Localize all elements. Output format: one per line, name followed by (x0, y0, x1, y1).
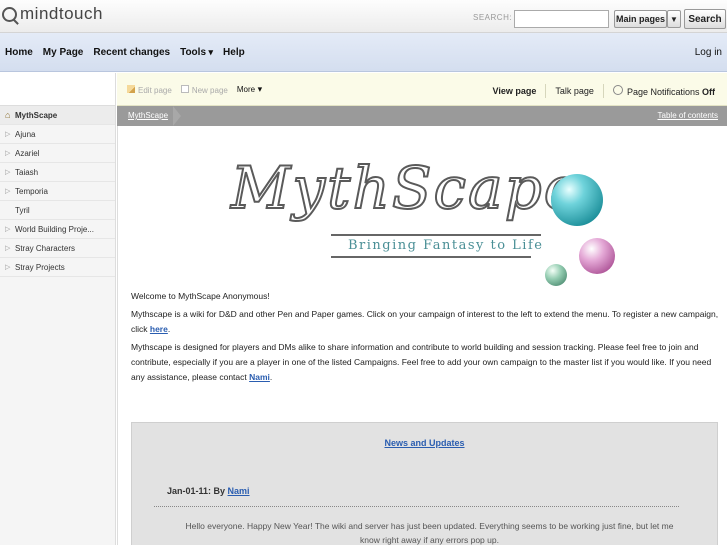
sidebar-item-label: World Building Proje... (15, 224, 94, 234)
expand-triangle-icon[interactable]: ▷ (5, 168, 15, 176)
notification-icon (612, 85, 623, 95)
nav-my-page[interactable]: My Page (43, 47, 84, 58)
banner-title: MythScape (230, 153, 581, 223)
sidebar-item-stray-characters[interactable]: ▷ Stray Characters (0, 239, 115, 258)
news-box: News and Updates Jan-01-11: By Nami Hell… (131, 422, 718, 545)
news-title-link[interactable]: News and Updates (132, 438, 717, 448)
chevron-down-icon[interactable]: ▼ (667, 10, 681, 28)
sidebar-item-ajuna[interactable]: ▷ Ajuna (0, 125, 115, 144)
view-page-tab[interactable]: View page (493, 86, 537, 96)
banner-subtitle: Bringing Fantasy to Life (348, 238, 544, 253)
expand-triangle-icon[interactable]: ▷ (5, 244, 15, 252)
sidebar-item-label: Ajuna (15, 129, 36, 139)
news-author-link[interactable]: Nami (228, 486, 250, 496)
pink-orb (579, 238, 615, 274)
new-page-icon (180, 84, 189, 93)
page-toolbar: Edit page New page More View page Talk p… (117, 73, 727, 106)
sidebar-item-temporia[interactable]: ▷ Temporia (0, 182, 115, 201)
sidebar-header (0, 73, 115, 106)
nav-tools[interactable]: Tools (180, 47, 213, 58)
sidebar-item-label: Tyril (15, 205, 30, 215)
sidebar-item-label: Taiash (15, 167, 39, 177)
search-input[interactable] (514, 10, 609, 28)
sidebar-item-label: Azariel (15, 148, 40, 158)
breadcrumb-arrow-icon (173, 106, 181, 126)
edit-page-button[interactable]: Edit page (127, 84, 172, 95)
banner-line (331, 256, 531, 258)
search-button[interactable]: Search (684, 9, 726, 29)
teal-orb (551, 174, 603, 226)
page-content: MythScape Bringing Fantasy to Life Welco… (117, 126, 727, 545)
sidebar-item-stray-projects[interactable]: ▷ Stray Projects (0, 258, 115, 277)
sidebar-item-label: Stray Projects (15, 262, 65, 272)
sidebar-item-label: Temporia (15, 186, 48, 196)
expand-triangle-icon[interactable]: ▷ (5, 130, 15, 138)
search-scope-select[interactable]: Main pages (614, 10, 667, 28)
sidebar: ⌂ MythScape ▷ Ajuna ▷ Azariel ▷ Taiash ▷… (0, 73, 116, 545)
search-label: SEARCH: (473, 13, 513, 22)
expand-triangle-icon[interactable]: ▷ (5, 263, 15, 271)
table-of-contents-link[interactable]: Table of contents (658, 111, 718, 120)
intro-paragraph: Mythscape is a wiki for D&D and other Pe… (131, 309, 719, 334)
news-body: Hello everyone. Happy New Year! The wiki… (185, 521, 674, 545)
nav-home[interactable]: Home (5, 47, 33, 58)
welcome-text: Welcome to MythScape Anonymous! (131, 291, 270, 301)
nav-recent-changes[interactable]: Recent changes (93, 47, 170, 58)
sidebar-item-tyril[interactable]: Tyril (0, 201, 115, 220)
toolbar-divider (545, 84, 547, 98)
sidebar-item-azariel[interactable]: ▷ Azariel (0, 144, 115, 163)
green-orb (545, 264, 567, 286)
new-page-button[interactable]: New page (180, 84, 228, 95)
sidebar-item-label: Stray Characters (15, 243, 76, 253)
sidebar-item-taiash[interactable]: ▷ Taiash (0, 163, 115, 182)
about-paragraph: Mythscape is designed for players and DM… (131, 342, 712, 382)
login-link[interactable]: Log in (695, 47, 722, 58)
expand-triangle-icon[interactable]: ▷ (5, 149, 15, 157)
nav-help[interactable]: Help (223, 47, 245, 58)
top-bar: mindtouch SEARCH: Main pages ▼ Search (0, 0, 727, 33)
expand-triangle-icon[interactable]: ▷ (5, 225, 15, 233)
notifications-state: Off (702, 87, 715, 97)
expand-triangle-icon[interactable]: ▷ (5, 187, 15, 195)
talk-page-tab[interactable]: Talk page (555, 86, 594, 96)
news-date: Jan-01-11: By Nami (167, 486, 250, 496)
mindtouch-logo[interactable]: mindtouch (2, 4, 103, 24)
pencil-icon (127, 84, 135, 93)
breadcrumb-mythscape[interactable]: MythScape (128, 111, 168, 120)
more-menu[interactable]: More (237, 84, 262, 95)
mythscape-banner: MythScape Bringing Fantasy to Life (230, 146, 621, 286)
main-nav: Home My Page Recent changes Tools Help L… (0, 33, 727, 72)
logo-text: mindtouch (20, 4, 103, 23)
page-notifications-toggle[interactable]: Page Notifications Off (612, 85, 715, 97)
home-icon: ⌂ (5, 110, 11, 120)
sidebar-item-world-building[interactable]: ▷ World Building Proje... (0, 220, 115, 239)
sidebar-item-label: MythScape (15, 110, 58, 120)
toolbar-divider (602, 84, 604, 98)
logo-icon (2, 6, 17, 22)
news-divider (154, 506, 679, 507)
contact-nami-link[interactable]: Nami (249, 372, 270, 382)
breadcrumb: MythScape Table of contents (117, 106, 727, 126)
banner-line (331, 234, 541, 236)
sidebar-item-mythscape[interactable]: ⌂ MythScape (0, 106, 115, 125)
register-here-link[interactable]: here (150, 324, 168, 334)
